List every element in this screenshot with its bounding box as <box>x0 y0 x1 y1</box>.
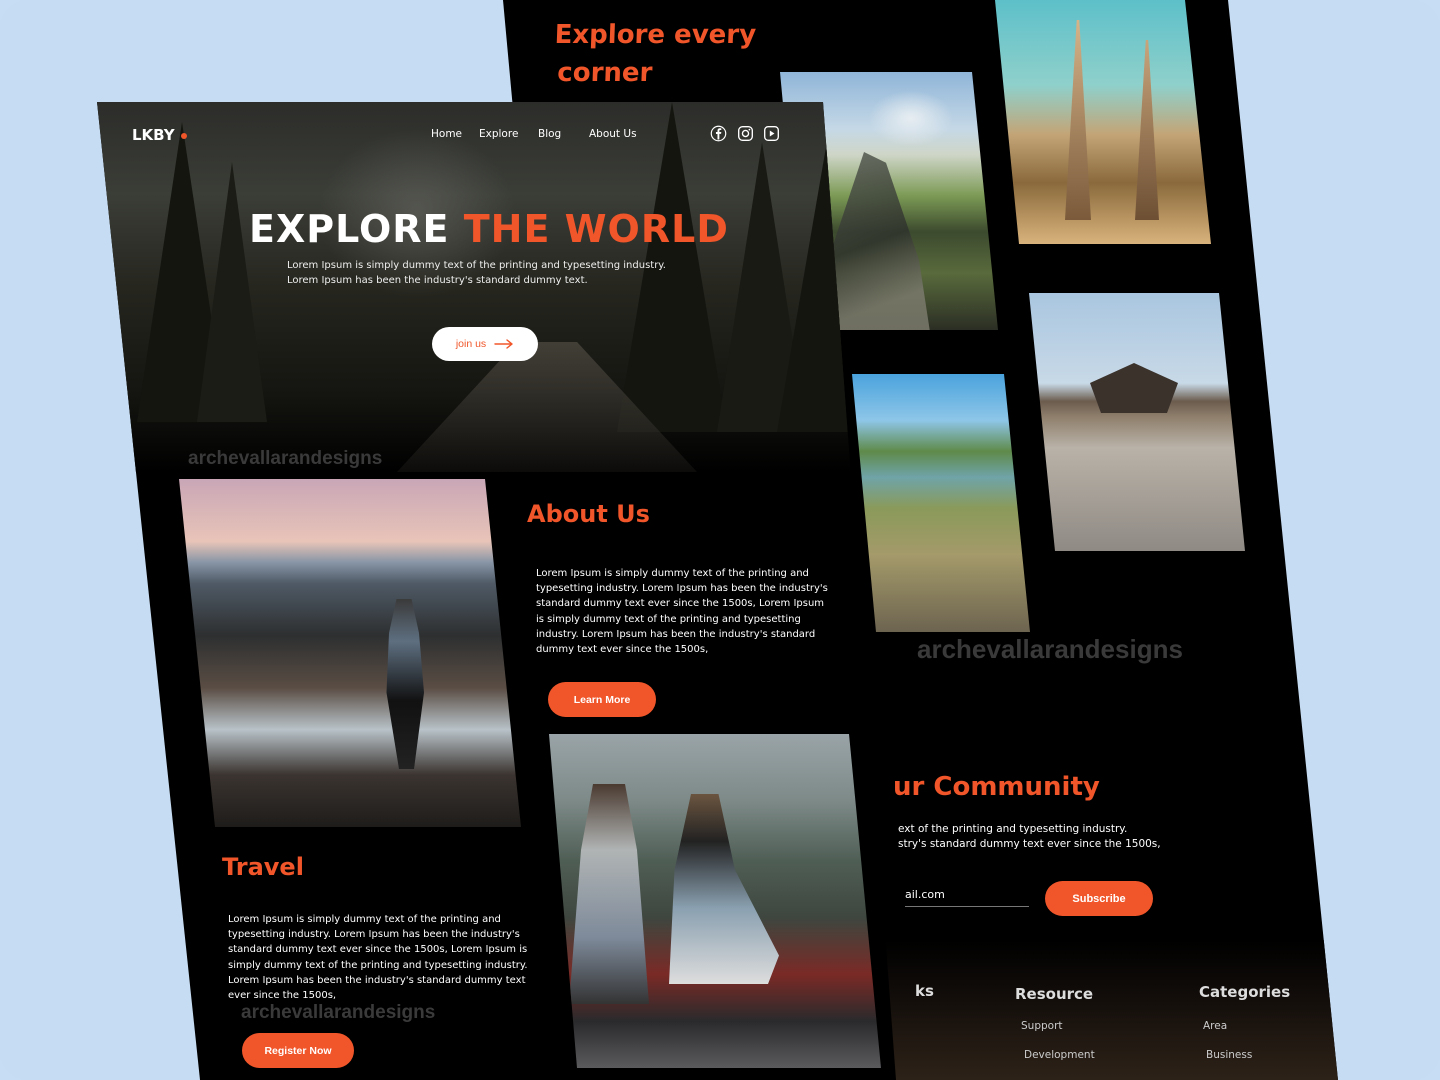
footer-resource-heading: Resource <box>1015 985 1094 1003</box>
hero-subtitle-line1: Lorem Ipsum is simply dummy text of the … <box>287 260 666 271</box>
community-text: ext of the printing and typesetting indu… <box>898 822 1218 852</box>
explore-heading-line1: Explore every <box>554 20 757 50</box>
hero-subtitle: Lorem Ipsum is simply dummy text of the … <box>287 258 677 288</box>
nav-explore[interactable]: Explore <box>479 128 518 140</box>
hero-title-white: EXPLORE <box>249 207 464 251</box>
hero-subtitle-line2: Lorem Ipsum has been the industry's stan… <box>287 275 588 286</box>
watermark: archevallarandesigns <box>188 448 383 469</box>
footer-background <box>870 940 1338 1080</box>
footer-links-heading: ks <box>915 982 934 1000</box>
subscribe-button[interactable]: Subscribe <box>1045 881 1153 916</box>
logo-dot <box>180 133 187 139</box>
community-title: ur Community <box>893 772 1100 802</box>
community-text-line2: stry's standard dummy text ever since th… <box>898 838 1161 850</box>
learn-more-button[interactable]: Learn More <box>548 682 656 717</box>
footer-link-business[interactable]: Business <box>1206 1049 1252 1061</box>
nav-about-us[interactable]: About Us <box>589 128 637 140</box>
explore-heading-line2: corner <box>556 58 653 88</box>
explore-heading: Explore every corner <box>553 16 757 92</box>
footer-categories-heading: Categories <box>1199 983 1291 1001</box>
join-us-label: join us <box>455 338 487 350</box>
hero-title: EXPLORE THE WORLD <box>249 207 729 251</box>
nav-home[interactable]: Home <box>431 128 462 140</box>
about-text: Lorem Ipsum is simply dummy text of the … <box>536 568 828 656</box>
footer-link-support[interactable]: Support <box>1021 1020 1063 1032</box>
hiker-photo <box>179 479 521 827</box>
palace-photo <box>1029 293 1245 551</box>
footer-link-development[interactable]: Development <box>1024 1049 1095 1061</box>
community-text-line1: ext of the printing and typesetting indu… <box>898 823 1128 835</box>
about-title: About Us <box>527 500 650 528</box>
hero-title-accent: THE WORLD <box>463 207 729 251</box>
logo[interactable]: LKBY <box>132 126 187 144</box>
youtube-icon[interactable] <box>763 125 780 142</box>
instagram-icon[interactable] <box>737 125 754 142</box>
travel-text: Lorem Ipsum is simply dummy text of the … <box>228 914 528 1002</box>
nav-blog[interactable]: Blog <box>538 128 561 140</box>
watermark: archevallarandesigns <box>917 634 1183 664</box>
email-input[interactable]: ail.com <box>905 888 1029 907</box>
arrow-right-icon <box>494 339 513 349</box>
footer-link-area[interactable]: Area <box>1203 1020 1227 1032</box>
temple-photo <box>995 0 1211 244</box>
friends-photo <box>549 734 881 1068</box>
travel-title: Travel <box>222 853 304 881</box>
mockup-frame: Explore every corner archevallarandesign… <box>0 0 1440 1080</box>
island-photo <box>852 374 1030 632</box>
facebook-icon[interactable] <box>710 125 727 142</box>
register-now-button[interactable]: Register Now <box>242 1033 354 1068</box>
join-us-button[interactable]: join us <box>432 327 538 361</box>
watermark: archevallarandesigns <box>241 1002 436 1023</box>
logo-text: LKBY <box>132 126 175 144</box>
